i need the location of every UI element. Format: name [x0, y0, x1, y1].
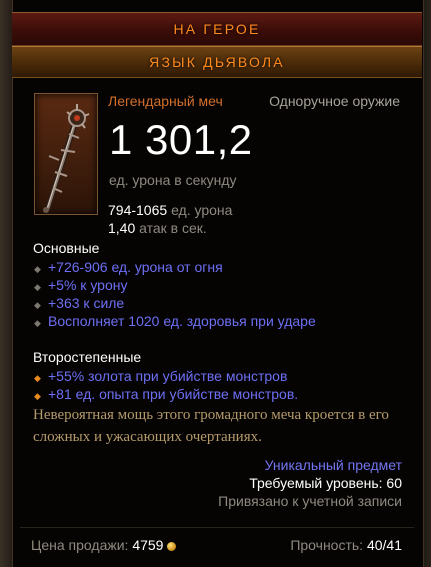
durability-value: 40/41 [366, 537, 402, 553]
item-slot: Одноручное оружие [269, 93, 400, 109]
sell-price-label: Цена продажи: [31, 537, 129, 553]
sell-price: Цена продажи: 4759 [31, 537, 177, 553]
rarity-label: Уникальный предмет [264, 457, 402, 473]
primary-affix: ◆ +726-906 ед. урона от огня [34, 259, 223, 275]
required-level: Требуемый уровень: 60 [249, 475, 402, 491]
sell-price-value: 4759 [132, 537, 164, 553]
dps-value: 1 301,2 [109, 116, 253, 163]
secondary-heading: Второстепенные [33, 349, 142, 365]
gold-diamond-bullet-icon: ◆ [34, 373, 41, 383]
tooltip-footer: Цена продажи: 4759 Прочность: 40/41 [20, 527, 414, 559]
item-icon-frame [34, 93, 98, 215]
durability-label: Прочность: [290, 537, 364, 553]
item-details-panel: Легендарный меч Одноручное оружие 1 301,… [20, 84, 414, 526]
durability: Прочность: 40/41 [290, 537, 402, 553]
attack-speed-unit: атак в сек. [139, 220, 207, 236]
primary-affix: ◆ Восполняет 1020 ед. здоровья при ударе [34, 313, 316, 329]
attack-speed-value: 1,40 [108, 220, 136, 236]
dps-label: ед. урона в секунду [109, 172, 237, 188]
flavor-text: Невероятная мощь этого громадного меча к… [33, 407, 389, 445]
diamond-bullet-icon: ◆ [34, 282, 41, 292]
damage-range: 794-1065 [108, 202, 168, 218]
diamond-bullet-icon: ◆ [34, 264, 41, 274]
secondary-affix: ◆ +81 ед. опыта при убийстве монстров. [34, 386, 299, 402]
primary-heading: Основные [33, 240, 100, 256]
gold-coin-icon [167, 541, 177, 551]
damage-line: 794-1065 ед. урона [108, 202, 232, 218]
diamond-bullet-icon: ◆ [34, 318, 41, 328]
primary-affix: ◆ +363 к силе [34, 295, 125, 311]
location-label: НА ГЕРОЕ [173, 21, 261, 37]
diamond-bullet-icon: ◆ [34, 300, 41, 310]
attack-speed-line: 1,40 атак в сек. [108, 220, 207, 236]
bound-status: Привязано к учетной записи [218, 493, 402, 509]
item-name: ЯЗЫК ДЬЯВОЛА [149, 54, 285, 70]
item-name-banner: ЯЗЫК ДЬЯВОЛА [12, 46, 422, 78]
ornate-spiked-sword-icon [43, 104, 90, 213]
damage-unit: ед. урона [171, 202, 233, 218]
gold-diamond-bullet-icon: ◆ [34, 391, 41, 401]
primary-affix: ◆ +5% к урону [34, 277, 128, 293]
location-banner: НА ГЕРОЕ [12, 12, 422, 46]
secondary-affix: ◆ +55% золота при убийстве монстров [34, 368, 288, 384]
item-type: Легендарный меч [108, 93, 223, 109]
